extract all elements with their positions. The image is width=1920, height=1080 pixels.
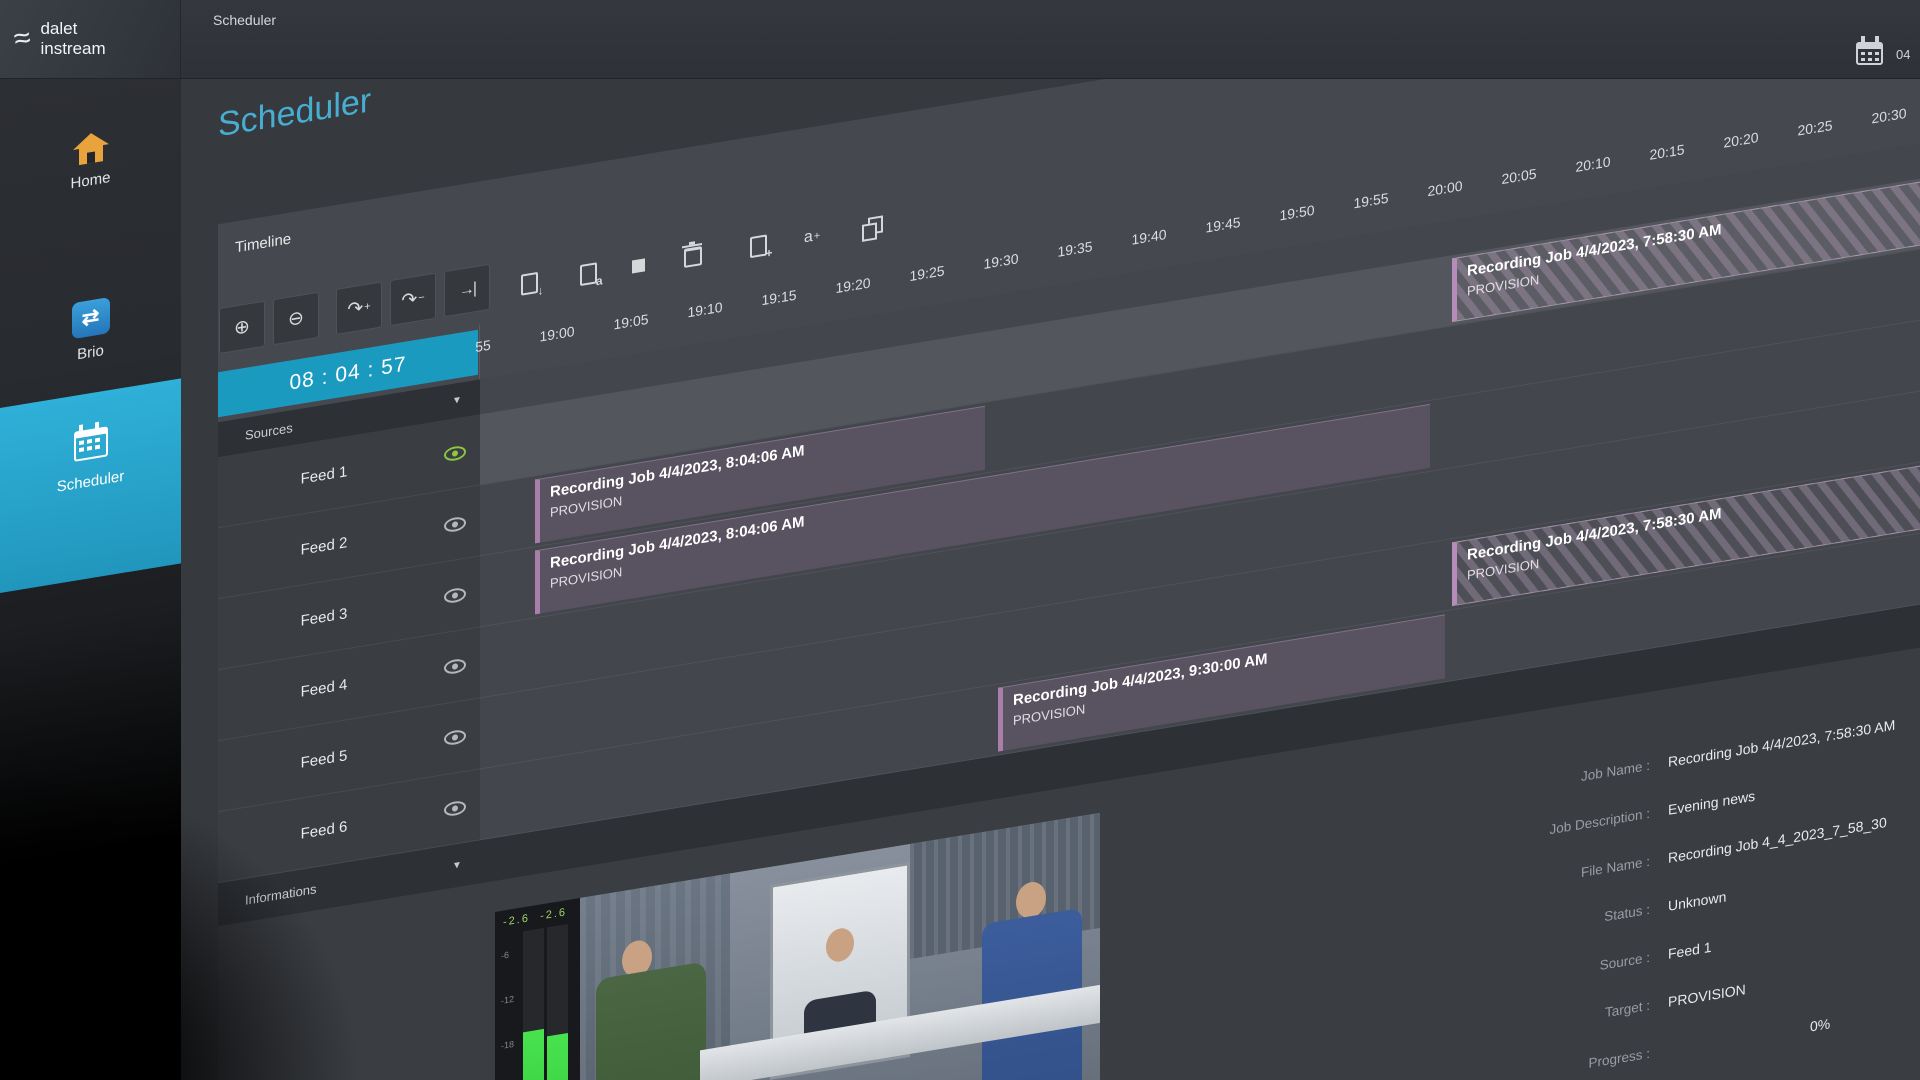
sidebar-item-brio[interactable]: ⇄ Brio: [0, 285, 181, 376]
ruler-tick: 19:25: [909, 262, 944, 284]
ruler-tick: 20:15: [1649, 141, 1684, 163]
presenter-left: [596, 961, 706, 1080]
home-icon: [73, 130, 109, 167]
sidebar-item-home[interactable]: Home: [0, 118, 181, 204]
eye-visibility-icon[interactable]: [444, 445, 466, 463]
ruler-tick: 20:30: [1871, 105, 1906, 127]
delete-icon: [684, 246, 702, 268]
toolbar-zoom-out-button[interactable]: ⊖: [273, 292, 319, 346]
stop-icon: [632, 258, 645, 273]
export-clip-icon: ↓: [521, 271, 538, 295]
toolbar-add-clip-button[interactable]: +: [738, 223, 778, 270]
toolbar-add-text-button[interactable]: a+: [792, 214, 832, 261]
feed-label: Feed 2: [301, 525, 398, 558]
calendar-icon[interactable]: [1856, 42, 1883, 65]
anchor-head: [826, 926, 854, 964]
eye-visibility-icon[interactable]: [444, 800, 466, 818]
ruler-tick: 20:10: [1575, 153, 1610, 175]
detail-value: 0%: [1810, 1015, 1830, 1034]
sidebar: Home ⇄ Brio Scheduler: [0, 48, 181, 1080]
ruler-tick: 19:45: [1205, 214, 1240, 236]
brand-name: dalet instream: [40, 19, 105, 59]
top-navbar: ≈ dalet instream Scheduler 04: [0, 0, 1920, 79]
feed-label: Feed 5: [301, 738, 398, 771]
add-text-icon: a: [804, 228, 813, 247]
ruler-tick: 19:10: [687, 299, 722, 321]
feed-label: Feed 1: [301, 454, 398, 487]
meter-tick-label: -6: [501, 950, 509, 961]
app-logo[interactable]: ≈ dalet instream: [0, 0, 181, 78]
screenshot-stage: Home ⇄ Brio Scheduler Scheduler Timeline…: [0, 0, 1920, 1080]
chevron-down-icon[interactable]: ▼: [452, 394, 462, 407]
rename-clip-icon: a: [580, 262, 597, 286]
sidebar-item-scheduler[interactable]: Scheduler: [0, 378, 181, 593]
tab-scheduler[interactable]: Scheduler: [213, 12, 276, 28]
toolbar-redo-add-button[interactable]: ↷+: [336, 281, 382, 335]
zoom-out-icon: ⊖: [288, 306, 304, 332]
dalet-wave-icon: ≈: [11, 21, 33, 57]
sidebar-item-label: Brio: [0, 329, 181, 376]
audio-meters: -2.6 -2.6 -6-12-18-24: [495, 898, 580, 1080]
calendar-icon: [74, 426, 108, 462]
ruler-tick: 20:20: [1723, 129, 1758, 151]
sidebar-item-label: Home: [0, 157, 181, 204]
ruler-tick: 19:20: [835, 274, 870, 296]
add-clip-icon: +: [750, 234, 767, 258]
ruler-tick: 20:25: [1797, 117, 1832, 139]
audio-meter-bar: [523, 1029, 544, 1080]
ruler-tick: 19:55: [1353, 190, 1388, 212]
meter-tick-label: -12: [501, 994, 514, 1006]
sources-label: Sources: [218, 420, 293, 447]
eye-visibility-icon[interactable]: [444, 516, 466, 534]
eye-visibility-icon[interactable]: [444, 729, 466, 747]
toolbar-rename-clip-button[interactable]: a: [568, 250, 608, 297]
feed-label: Feed 4: [301, 667, 398, 700]
meter-tick-label: -18: [501, 1039, 514, 1051]
audio-meter-bar: [547, 1033, 568, 1080]
ruler-tick: 19:40: [1131, 226, 1166, 248]
informations-label: Informations: [218, 881, 317, 912]
toolbar-duplicate-button[interactable]: [852, 204, 892, 251]
transfer-arrows-icon: ⇄: [72, 297, 110, 339]
toolbar-zoom-in-button[interactable]: ⊕: [219, 301, 265, 355]
ruler-tick: 19:05: [613, 311, 648, 333]
ruler-tick: 19:15: [761, 287, 796, 309]
feed-label: Feed 6: [301, 809, 398, 842]
toolbar-export-clip-button[interactable]: ↓: [509, 260, 549, 307]
sidebar-item-label: Scheduler: [0, 458, 181, 505]
feed-label: Feed 3: [301, 596, 398, 629]
go-to-end-icon: →|: [459, 280, 475, 301]
header-date-fragment: 04: [1896, 47, 1910, 62]
brand-line1: dalet: [40, 19, 105, 39]
ruler-tick: 20:05: [1501, 165, 1536, 187]
eye-visibility-icon[interactable]: [444, 587, 466, 605]
ruler-tick: 19:30: [983, 250, 1018, 272]
redo-add-icon: ↷: [347, 296, 363, 322]
ruler-tick: 19:00: [539, 323, 574, 345]
duplicate-icon: [862, 216, 882, 239]
chevron-down-icon[interactable]: ▼: [452, 859, 462, 872]
ruler-tick: 19:50: [1279, 202, 1314, 224]
ruler-tick: 19:35: [1057, 238, 1092, 260]
brand-line2: instream: [40, 39, 105, 59]
redo-remove-icon: ↷: [401, 287, 417, 313]
app-content-layer: Home ⇄ Brio Scheduler Scheduler Timeline…: [0, 0, 1920, 1080]
toolbar-delete-button[interactable]: [673, 233, 713, 280]
ruler-tick: 20:00: [1427, 178, 1462, 200]
zoom-in-icon: ⊕: [234, 315, 250, 341]
toolbar-go-to-end-button[interactable]: →|: [444, 264, 490, 318]
eye-visibility-icon[interactable]: [444, 658, 466, 676]
toolbar-redo-remove-button[interactable]: ↷−: [390, 273, 436, 327]
ruler-tick: 55: [475, 337, 491, 356]
toolbar-stop-button[interactable]: [618, 242, 658, 289]
